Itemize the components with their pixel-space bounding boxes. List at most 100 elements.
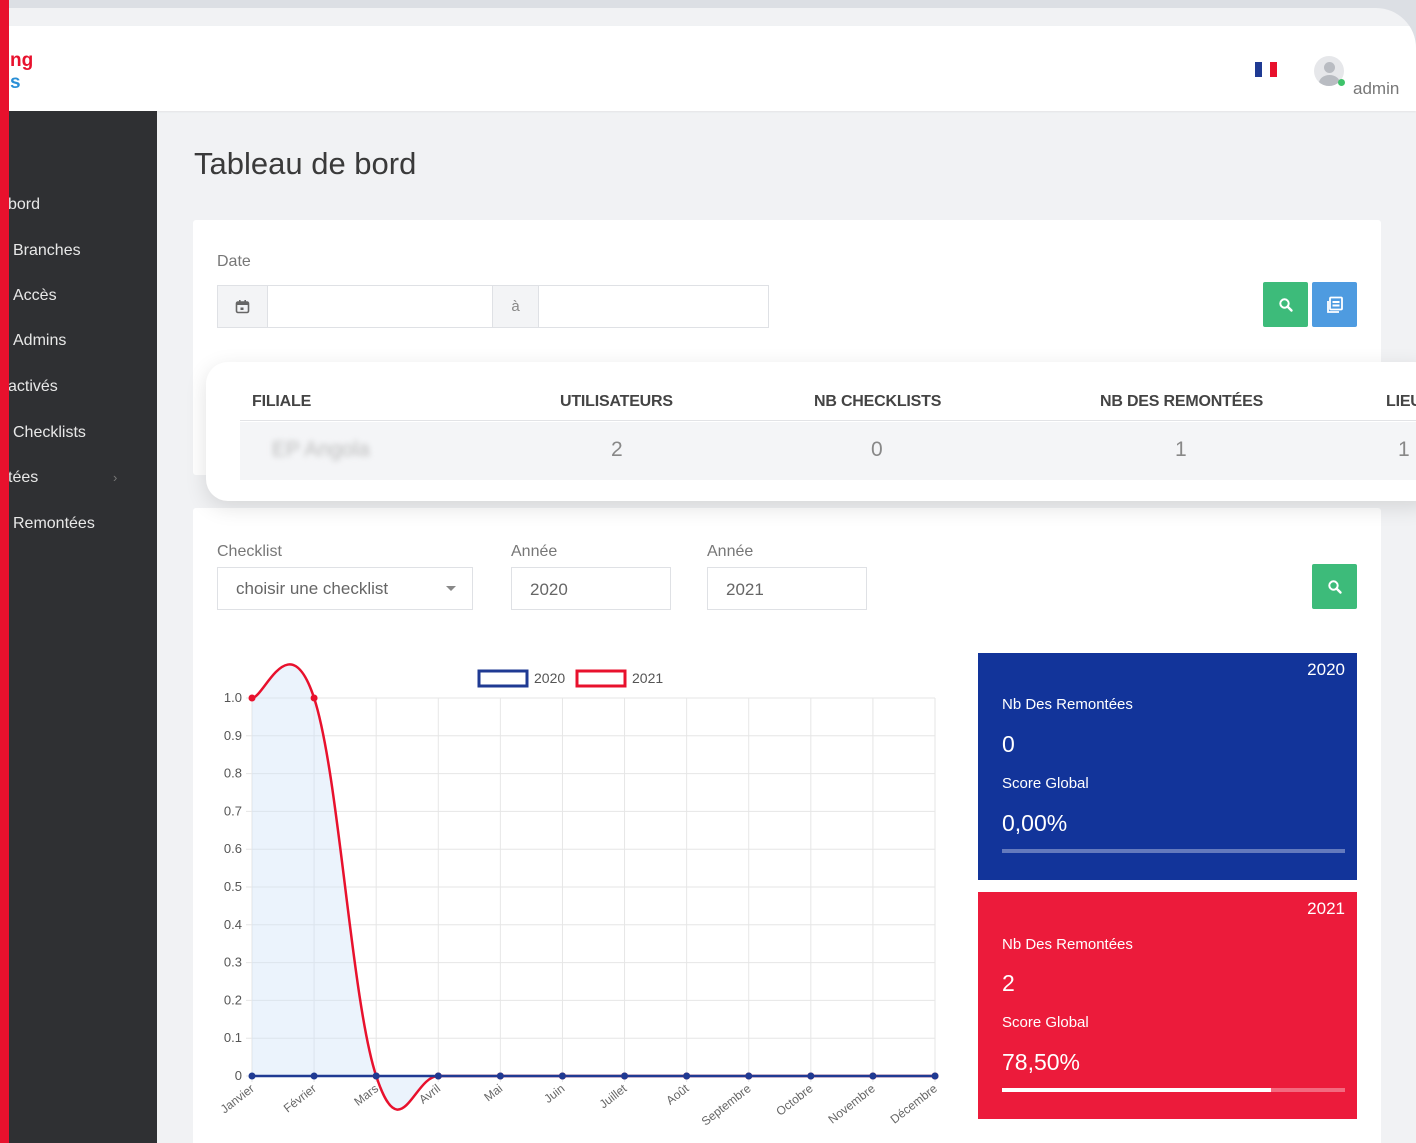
stat-score-label: Score Global — [1002, 775, 1089, 792]
x-tick-label: Mars — [351, 1081, 381, 1108]
brand-logo-line1: ng — [10, 50, 34, 71]
stat-count-label: Nb Des Remontées — [1002, 696, 1133, 713]
data-point-2020 — [310, 1072, 318, 1080]
data-point-2020 — [558, 1072, 566, 1080]
year1-label: Année — [511, 543, 558, 560]
y-tick-label: 0.6 — [224, 841, 242, 856]
date-search-button[interactable] — [1263, 282, 1308, 327]
stat-card-2020: 2020 Nb Des Remontées 0 Score Global 0,0… — [978, 653, 1357, 880]
legend-swatch-2021 — [575, 669, 627, 688]
sidebar-item-acces[interactable]: Accès — [0, 282, 157, 312]
stat-progress-bar — [1002, 849, 1345, 853]
stat-progress-fill — [1002, 1088, 1272, 1092]
cell-lieu: 1 — [1398, 438, 1410, 461]
online-status-dot — [1338, 79, 1345, 86]
avatar-head-icon — [1324, 62, 1335, 73]
sidebar-item-admins[interactable]: Admins — [0, 327, 157, 357]
sidebar-item-dashboard[interactable]: bord — [0, 191, 157, 221]
sidebar-item-remontees-menu[interactable]: tées › — [0, 464, 157, 494]
date-separator: à — [492, 285, 539, 328]
data-point-2021 — [248, 694, 256, 702]
stat-progress-bar — [1002, 1088, 1345, 1092]
y-tick-label: 0.2 — [224, 992, 242, 1007]
avatar-body-icon — [1319, 75, 1340, 86]
stat-year: 2020 — [1307, 660, 1345, 679]
x-tick-label: Juin — [541, 1081, 567, 1106]
checklist-label: Checklist — [217, 543, 282, 560]
x-tick-label: Novembre — [826, 1081, 878, 1126]
data-point-2020 — [372, 1072, 380, 1080]
data-point-2020 — [496, 1072, 504, 1080]
sidebar-item-remontees[interactable]: Remontées — [0, 510, 157, 540]
y-tick-label: 0.1 — [224, 1030, 242, 1045]
chevron-down-icon — [446, 586, 456, 591]
user-name[interactable]: admin — [1353, 79, 1399, 99]
export-button[interactable] — [1312, 282, 1357, 327]
data-point-2020 — [807, 1072, 815, 1080]
sidebar-item-label: Accès — [13, 287, 57, 304]
y-tick-label: 0.3 — [224, 955, 242, 970]
x-tick-label: Août — [663, 1081, 692, 1108]
page-title: Tableau de bord — [194, 146, 417, 181]
x-tick-label: Février — [281, 1081, 319, 1115]
x-tick-label: Juillet — [597, 1081, 630, 1111]
data-point-2020 — [248, 1072, 256, 1080]
x-tick-label: Décembre — [888, 1081, 940, 1126]
stat-count-label: Nb Des Remontées — [1002, 936, 1133, 953]
left-accent-strip — [0, 0, 9, 1143]
line-chart: 0 0.1 0.2 0.3 0.4 0.5 0.6 0.7 0.8 0.9 1.0 Janvier F… — [218, 663, 940, 1129]
x-tick-label: Octobre — [773, 1081, 816, 1119]
flag-stripe — [1269, 62, 1277, 77]
y-tick-label: 0.8 — [224, 766, 242, 781]
flag-stripe — [1262, 62, 1270, 77]
filiale-table: FILIALE UTILISATEURS NB CHECKLISTS NB DE… — [206, 362, 1416, 501]
legend-label: 2021 — [632, 670, 663, 686]
cell-filiale: EP Angola — [272, 438, 370, 461]
sidebar-item-branches[interactable]: Branches — [0, 237, 157, 267]
search-icon — [1278, 297, 1293, 312]
x-tick-label: Septembre — [699, 1081, 754, 1128]
france-flag-icon[interactable] — [1255, 62, 1277, 77]
y-tick-label: 1.0 — [224, 690, 242, 705]
sidebar-item-label: Remontées — [13, 515, 95, 532]
sidebar-item-checklists[interactable]: Checklists — [0, 419, 157, 449]
stat-score-value: 0,00% — [1002, 810, 1068, 836]
data-point-2020 — [683, 1072, 691, 1080]
stat-score-label: Score Global — [1002, 1014, 1089, 1031]
y-axis-ticks: 0 0.1 0.2 0.3 0.4 0.5 0.6 0.7 0.8 0.9 1.0 — [224, 690, 242, 1083]
data-point-2020 — [931, 1072, 939, 1080]
checklist-select[interactable]: choisir une checklist — [217, 567, 473, 610]
sidebar: bord Branches Accès Admins activés Check… — [0, 111, 157, 1143]
y-tick-label: 0 — [235, 1068, 242, 1083]
cell-utilisateurs: 2 — [611, 438, 623, 461]
sidebar-item-label: Checklists — [13, 424, 86, 441]
x-tick-label: Janvier — [218, 1081, 257, 1116]
sidebar-item-label: Branches — [13, 242, 81, 259]
sidebar-item-desactives[interactable]: activés — [0, 373, 157, 403]
date-from-input[interactable] — [267, 285, 493, 328]
year2-input[interactable]: 2021 — [707, 567, 867, 610]
year1-input[interactable]: 2020 — [511, 567, 671, 610]
calendar-addon — [217, 285, 268, 328]
column-header-filiale[interactable]: FILIALE — [252, 393, 311, 411]
column-header-lieu[interactable]: LIEU — [1386, 393, 1416, 411]
data-point-2020 — [745, 1072, 753, 1080]
export-icon — [1326, 296, 1343, 313]
table-row[interactable] — [240, 422, 1416, 480]
column-header-nb-remontees[interactable]: NB DES REMONTÉES — [1100, 393, 1263, 411]
data-point-2021 — [310, 694, 318, 702]
date-to-input[interactable] — [538, 285, 769, 328]
chart-legend: 2020 2021 — [477, 669, 663, 688]
search-icon — [1327, 579, 1342, 594]
chart-search-button[interactable] — [1312, 564, 1357, 609]
stat-year: 2021 — [1307, 899, 1345, 918]
column-header-nb-checklists[interactable]: NB CHECKLISTS — [814, 393, 941, 411]
column-header-utilisateurs[interactable]: UTILISATEURS — [560, 393, 673, 411]
legend-swatch-2020 — [477, 669, 529, 688]
stat-score-value: 78,50% — [1002, 1049, 1081, 1075]
top-navbar: ng s admin — [0, 26, 1416, 111]
sidebar-item-label: activés — [8, 378, 58, 395]
cell-nb-remontees: 1 — [1175, 438, 1187, 461]
brand-logo[interactable]: ng s — [10, 50, 33, 94]
brand-logo-line2: s — [10, 72, 21, 93]
